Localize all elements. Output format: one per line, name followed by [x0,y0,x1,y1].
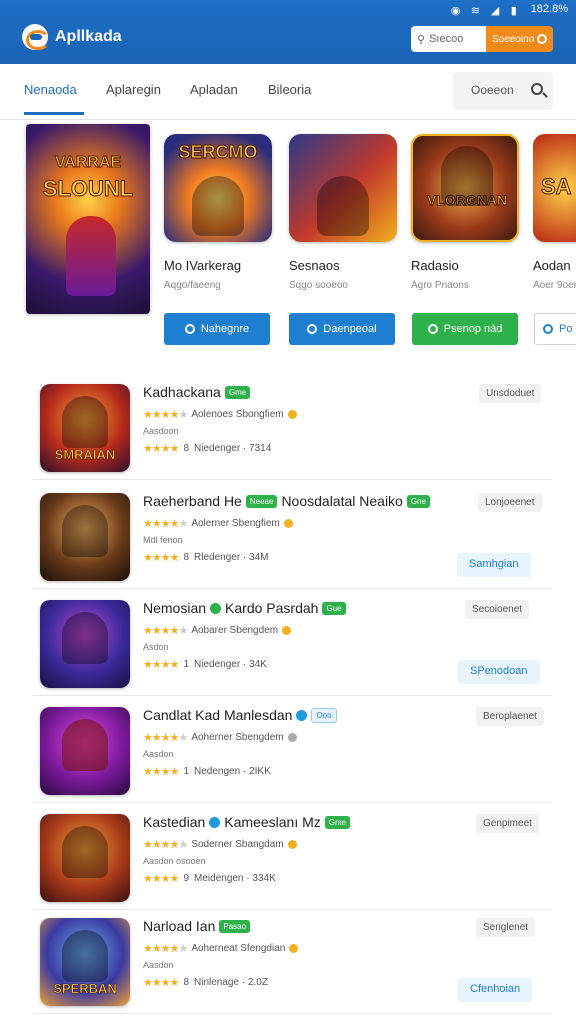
status-bar: ◉ ≋ ◢ ▮ 182.8% [450,2,568,17]
coin-icon [287,733,297,742]
featured-art: VLORGNAN [411,134,519,242]
app-thumbnail [40,493,130,581]
hero-banner[interactable]: VARRAE SLOUNL [26,124,150,314]
featured-action-button[interactable]: Nahegnre [164,313,270,345]
list-item[interactable]: SPERBAN Narload Ian Pasao ★★★★★ Aoherneat … [32,908,552,1014]
featured-sub: Aoer 9oer [533,280,576,291]
app-title: Apllkada [55,28,122,45]
tab-0[interactable]: Nenaoda [24,82,77,97]
featured-name: Radasio [411,258,459,273]
coin-icon [282,626,292,635]
play-icon [427,324,438,334]
tab-3[interactable]: Bileoria [268,82,311,97]
app-thumbnail [40,600,130,688]
hero-character-art [66,216,116,296]
featured-action-button[interactable]: Daenpeoal [289,313,395,345]
featured-art: SA [533,134,576,242]
category-tag[interactable]: Lonjoeenet [478,493,542,512]
tab-search-button[interactable]: Ooeeon [453,72,553,110]
app-action-button[interactable]: Cfenhoian [458,978,533,1002]
rating-stars: ★★★★★ [143,409,188,421]
app-thumbnail: SPERBAN [40,918,130,1006]
vpn-icon: ◉ [450,5,461,17]
app-bar: ◉ ≋ ◢ ▮ 182.8% Apllkada ⚲ Sıecoo Soeeoin… [0,0,576,64]
coin-icon [287,410,297,419]
header-search[interactable]: ⚲ Sıecoo Soeeoino [411,26,553,52]
app-thumbnail: SMRAIAN [40,384,130,472]
wifi-icon: ≋ [470,5,480,17]
featured-action-button[interactable]: Po [534,313,576,345]
search-go-icon [537,34,547,44]
coin-icon [287,840,297,849]
app-title: Narload Ian Pasao [143,918,251,934]
magnifier-icon [531,83,543,95]
download-icon [307,324,318,334]
list-item[interactable]: Raeherband He Neeae Noosdalatal Neaiko Gne … [32,483,552,589]
featured-sub: Agro Pnaons [411,280,469,291]
app-action-button[interactable]: Samhgian [457,553,531,577]
app-thumbnail [40,814,130,902]
featured-name: Mo IVarkerag [164,258,242,273]
coin-icon [289,944,299,953]
header-search-input[interactable]: ⚲ Sıecoo [411,26,486,52]
featured-sub: Aqgo/faeeng [164,280,221,291]
featured-name: Aodan [533,258,571,273]
list-item[interactable]: Kastedian Kameeslanı Mz Gme ★★★★★ Soderner … [32,804,552,910]
app-title: Kadhackana Gme [143,384,251,400]
download-icon [184,324,195,334]
download-icon [543,324,553,334]
app-thumbnail [40,707,130,795]
featured-card[interactable]: SA Aodan Aoer 9oer [533,134,576,304]
tab-1[interactable]: Aplaregin [106,82,161,97]
featured-action-button[interactable]: Psenop nád [412,313,518,345]
hero-title-line2: SLOUNL [42,176,134,202]
featured-art: SERCMO [164,134,272,242]
status-badge: Gme [224,385,251,399]
verified-icon [296,709,308,721]
list-item[interactable]: Nemosian Kardo Pasrdah Gue ★★★★★ Aobarer Sb… [32,590,552,696]
featured-name: Sesnaos [289,258,340,273]
app-logo-icon[interactable] [22,24,50,50]
status-time: 182.8% [530,3,568,15]
featured-card[interactable]: SERCMO Mo IVarkerag Aqgo/faeeng [164,134,272,291]
category-tag[interactable]: Beroplaenet [476,707,544,726]
battery-icon: ▮ [510,5,517,17]
list-item[interactable]: Candlat Kad Manlesdan Ooo ★★★★★ Aoherner S… [32,697,552,803]
featured-card[interactable]: VLORGNAN Radasio Agro Pnaons [411,134,519,291]
signal-icon: ◢ [490,5,500,17]
app-action-button[interactable]: SPenodoan [458,660,540,684]
category-tag[interactable]: Senglenet [476,918,536,937]
hero-title-line1: VARRAE [54,154,122,172]
verified-icon [210,602,222,614]
tab-2[interactable]: Apladan [190,82,238,97]
category-tag[interactable]: Genpimeet [476,814,539,833]
app-title: Nemosian Kardo Pasrdah Gue [143,600,346,616]
category-tag[interactable]: Unsdoduet [479,384,542,403]
verified-icon [209,816,221,828]
active-tab-indicator [24,112,84,115]
list-item[interactable]: SMRAIAN Kadhackana Gme ★★★★★ Aolenoes Sbon… [32,374,552,480]
search-icon: ⚲ [417,33,426,46]
coin-icon [283,519,293,528]
app-title: Kastedian Kameeslanı Mz Gme [143,814,351,830]
featured-art [289,134,397,242]
featured-sub: Sqgo sooeoo [289,280,348,291]
category-tag[interactable]: Secoioenet [465,600,530,619]
featured-card[interactable]: Sesnaos Sqgo sooeoo [289,134,397,291]
app-title: Raeherband He Neeae Noosdalatal Neaiko Gne [143,493,430,509]
app-title: Candlat Kad Manlesdan Ooo [143,707,337,723]
header-search-button[interactable]: Soeeoino [486,26,553,52]
